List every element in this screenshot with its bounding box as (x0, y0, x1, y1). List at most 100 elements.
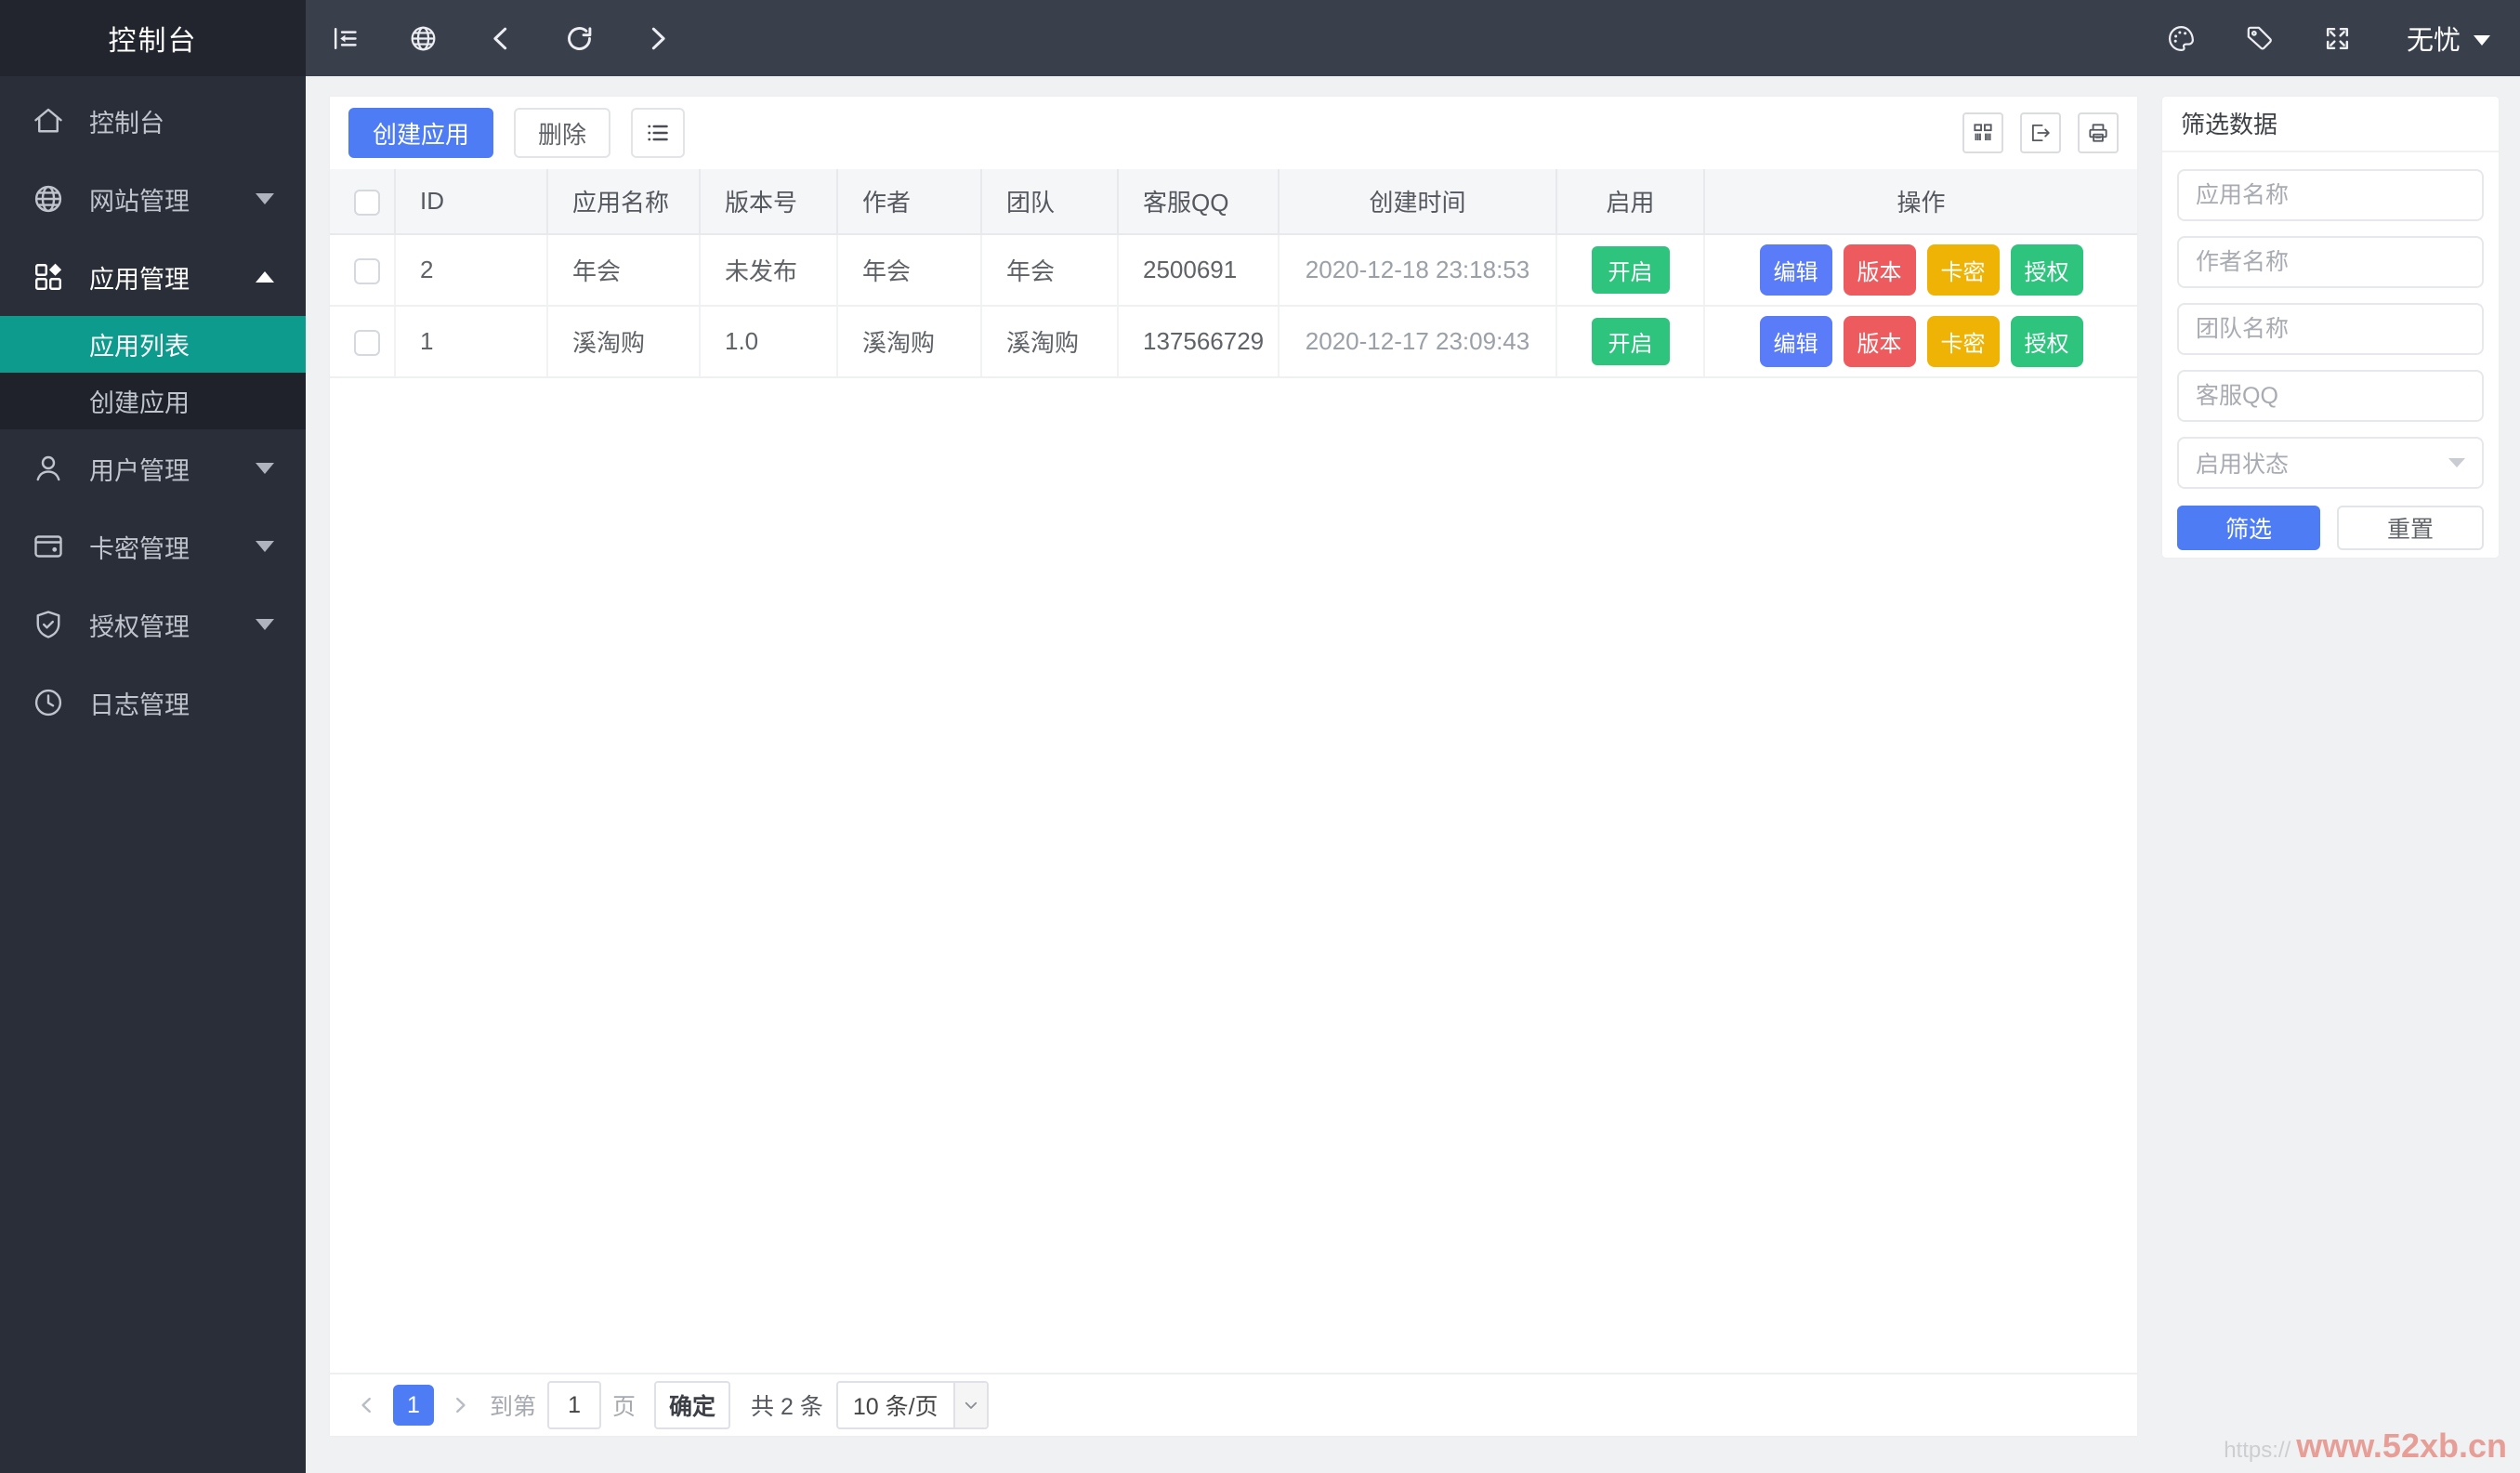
row-select (330, 234, 396, 307)
goto-page-input[interactable] (547, 1381, 602, 1429)
version-action-button[interactable]: 版本 (1843, 316, 1916, 367)
chevron-down-icon (256, 541, 274, 552)
language-globe-button[interactable] (384, 0, 462, 76)
row-checkbox[interactable] (354, 330, 380, 357)
print-button[interactable] (2078, 112, 2119, 153)
filter-submit-button[interactable]: 筛选 (2177, 506, 2320, 550)
table-row: 2 年会 未发布 年会 年会 2500691 2020-12-18 23:18:53 开启 编辑… (330, 234, 2137, 307)
row-checkbox[interactable] (354, 258, 380, 285)
filter-title: 筛选数据 (2162, 97, 2499, 152)
sidebar-item-logs[interactable]: 日志管理 (0, 664, 306, 742)
table-header-row: ID 应用名称 版本号 作者 团队 客服QQ 创建时间 启用 操作 (330, 169, 2137, 235)
cell-actions: 编辑 版本 卡密 授权 (1704, 306, 2137, 378)
enabled-badge[interactable]: 开启 (1591, 318, 1670, 365)
card-action-button[interactable]: 卡密 (1926, 244, 2000, 296)
cell-id: 2 (395, 234, 548, 307)
enabled-badge[interactable]: 开启 (1591, 246, 1670, 294)
enabled-status-placeholder: 启用状态 (2196, 452, 2290, 478)
app-name-filter-input[interactable] (2177, 169, 2484, 221)
select-all-checkbox[interactable] (354, 190, 380, 217)
cell-created: 2020-12-18 23:18:53 (1279, 234, 1557, 307)
refresh-button[interactable] (540, 0, 618, 76)
page-1-button[interactable]: 1 (393, 1385, 434, 1426)
app-list-card: 创建应用 删除 ID 应用名称 版本号 作者 团队 客服QQ 创建时间 启用 操… (330, 97, 2137, 1436)
card-action-button[interactable]: 卡密 (1926, 316, 2000, 367)
back-button[interactable] (462, 0, 540, 76)
service-qq-filter-input[interactable] (2177, 370, 2484, 422)
goto-suffix-label: 页 (612, 1394, 637, 1420)
export-icon (2031, 124, 2050, 142)
theme-palette-button[interactable] (2143, 0, 2221, 76)
cell-version: 未发布 (700, 234, 838, 307)
authorize-action-button[interactable]: 授权 (2010, 244, 2083, 296)
sidebar-item-cards[interactable]: 卡密管理 (0, 507, 306, 585)
cell-team: 年会 (981, 234, 1119, 307)
authorize-action-button[interactable]: 授权 (2010, 316, 2083, 367)
chevron-down-icon (256, 619, 274, 630)
column-header: 启用 (1556, 169, 1705, 235)
shield-icon (32, 608, 65, 641)
column-header: 应用名称 (547, 169, 701, 235)
clock-icon (32, 686, 65, 719)
edit-action-button[interactable]: 编辑 (1759, 316, 1832, 367)
sidebar-item-dashboard[interactable]: 控制台 (0, 82, 306, 160)
sidebar-item-label: 卡密管理 (89, 534, 190, 563)
list-icon (648, 125, 668, 141)
column-header: 团队 (981, 169, 1119, 235)
sidebar-item-label: 授权管理 (89, 612, 190, 641)
team-name-filter-input[interactable] (2177, 303, 2484, 355)
columns-toggle-button[interactable] (1962, 112, 2003, 153)
sidebar-item-apps[interactable]: 应用管理 (0, 238, 306, 316)
cell-qq: 2500691 (1118, 234, 1280, 307)
sidebar-item-users[interactable]: 用户管理 (0, 429, 306, 507)
confirm-page-button[interactable]: 确定 (654, 1381, 731, 1429)
collapse-sidebar-button[interactable] (306, 0, 384, 76)
globe-icon (32, 182, 65, 216)
forward-button[interactable] (618, 0, 696, 76)
prev-page-button[interactable] (348, 1385, 386, 1426)
export-button[interactable] (2020, 112, 2061, 153)
cell-version: 1.0 (700, 306, 838, 378)
app-table: ID 应用名称 版本号 作者 团队 客服QQ 创建时间 启用 操作 2 年会 未发布 年会 年会 2500… (330, 169, 2137, 378)
column-header: 创建时间 (1279, 169, 1557, 235)
filter-reset-button[interactable]: 重置 (2337, 506, 2484, 550)
version-action-button[interactable]: 版本 (1843, 244, 1916, 296)
sidebar-item-label: 控制台 (89, 109, 164, 138)
sidebar-item-label: 网站管理 (89, 187, 190, 216)
username: 无忧 (2406, 26, 2461, 56)
chevron-down-icon (256, 193, 274, 204)
create-app-button[interactable]: 创建应用 (348, 108, 494, 158)
sidebar-item-app-list[interactable]: 应用列表 (0, 316, 306, 373)
cell-app-name: 年会 (547, 234, 701, 307)
enabled-status-select[interactable]: 启用状态 (2177, 437, 2484, 489)
table-row: 1 溪淘购 1.0 溪淘购 溪淘购 137566729 2020-12-17 23:09:4… (330, 306, 2137, 378)
cell-author: 年会 (837, 234, 982, 307)
fullscreen-button[interactable] (2299, 0, 2377, 76)
pagination: 1 到第 页 确定 共 2 条 10 条/页 (330, 1373, 2137, 1436)
sidebar-item-website[interactable]: 网站管理 (0, 160, 306, 238)
chevron-down-icon (2474, 34, 2490, 46)
column-header: 客服QQ (1118, 169, 1280, 235)
filter-inputs (2177, 169, 2484, 437)
sidebar-item-auth[interactable]: 授权管理 (0, 585, 306, 664)
chevron-down-icon (952, 1383, 987, 1427)
author-name-filter-input[interactable] (2177, 236, 2484, 288)
main-content: 创建应用 删除 ID 应用名称 版本号 作者 团队 客服QQ 创建时间 启用 操… (306, 76, 2520, 1473)
tag-button[interactable] (2221, 0, 2299, 76)
edit-action-button[interactable]: 编辑 (1759, 244, 1832, 296)
sidebar-title: 控制台 (0, 0, 306, 76)
filter-actions: 筛选 重置 (2177, 506, 2484, 550)
delete-button[interactable]: 删除 (514, 108, 611, 158)
sidebar-item-create-app[interactable]: 创建应用 (0, 373, 306, 429)
column-header: 操作 (1704, 169, 2137, 235)
column-header: ID (395, 169, 548, 235)
next-page-button[interactable] (441, 1385, 479, 1426)
cell-enabled: 开启 (1556, 306, 1705, 378)
printer-icon (2089, 124, 2107, 142)
goto-prefix-label: 到第 (490, 1394, 537, 1420)
user-menu[interactable]: 无忧 (2377, 0, 2520, 76)
topbar: 无忧 (306, 0, 2520, 76)
list-view-button[interactable] (631, 108, 686, 158)
cell-enabled: 开启 (1556, 234, 1705, 307)
page-size-select[interactable]: 10 条/页 (835, 1381, 989, 1429)
